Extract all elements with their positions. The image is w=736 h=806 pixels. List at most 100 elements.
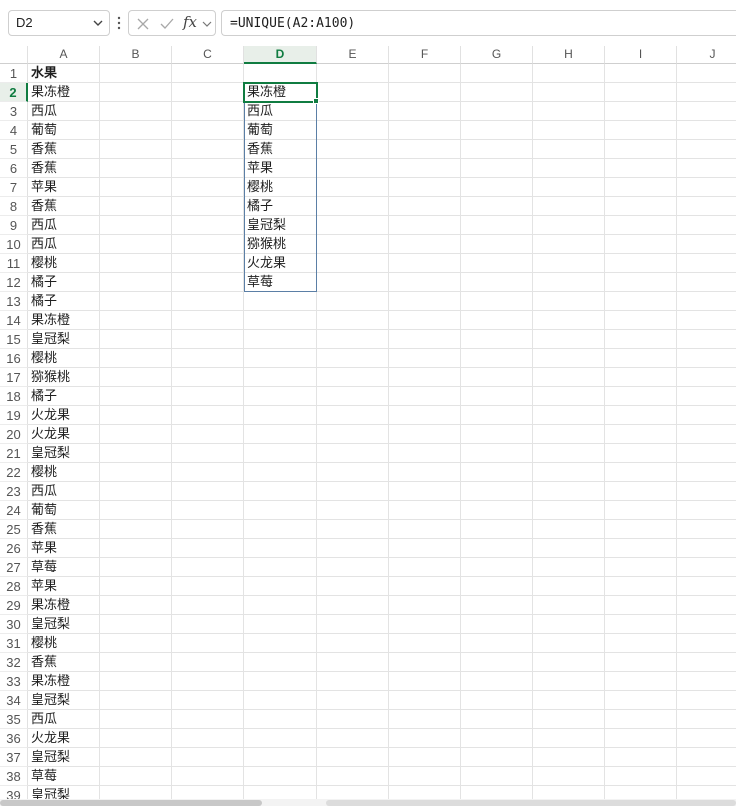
row-header-7[interactable]: 7: [0, 178, 28, 197]
cell-a28[interactable]: 苹果: [31, 577, 99, 596]
row-header-27[interactable]: 27: [0, 558, 28, 577]
cell-a4[interactable]: 葡萄: [31, 121, 99, 140]
check-icon[interactable]: [159, 16, 175, 32]
row-header-37[interactable]: 37: [0, 748, 28, 767]
cell-a14[interactable]: 果冻橙: [31, 311, 99, 330]
cell-a20[interactable]: 火龙果: [31, 425, 99, 444]
row-header-15[interactable]: 15: [0, 330, 28, 349]
row-header-38[interactable]: 38: [0, 767, 28, 786]
cell-a9[interactable]: 西瓜: [31, 216, 99, 235]
cell-a8[interactable]: 香蕉: [31, 197, 99, 216]
row-header-9[interactable]: 9: [0, 216, 28, 235]
cell-a5[interactable]: 香蕉: [31, 140, 99, 159]
row-header-17[interactable]: 17: [0, 368, 28, 387]
cell-a32[interactable]: 香蕉: [31, 653, 99, 672]
cell-a24[interactable]: 葡萄: [31, 501, 99, 520]
column-header-b[interactable]: B: [100, 46, 172, 64]
more-options-icon[interactable]: [115, 13, 123, 33]
row-header-29[interactable]: 29: [0, 596, 28, 615]
cell-a16[interactable]: 樱桃: [31, 349, 99, 368]
cell-a33[interactable]: 果冻橙: [31, 672, 99, 691]
row-header-8[interactable]: 8: [0, 197, 28, 216]
chevron-down-icon[interactable]: [91, 15, 105, 31]
cell-a29[interactable]: 果冻橙: [31, 596, 99, 615]
cell-a27[interactable]: 草莓: [31, 558, 99, 577]
cell-a1-header[interactable]: 水果: [31, 64, 99, 83]
cell-a18[interactable]: 橘子: [31, 387, 99, 406]
column-header-f[interactable]: F: [389, 46, 461, 64]
column-header-i[interactable]: I: [605, 46, 677, 64]
row-header-5[interactable]: 5: [0, 140, 28, 159]
cell-a23[interactable]: 西瓜: [31, 482, 99, 501]
horizontal-scroll-thumb[interactable]: [326, 800, 736, 806]
chevron-down-icon[interactable]: [201, 17, 213, 31]
row-header-11[interactable]: 11: [0, 254, 28, 273]
cell-a2[interactable]: 果冻橙: [31, 83, 99, 102]
fill-handle[interactable]: [313, 98, 319, 104]
column-header-e[interactable]: E: [317, 46, 389, 64]
row-header-2[interactable]: 2: [0, 83, 28, 102]
cell-a11[interactable]: 樱桃: [31, 254, 99, 273]
row-header-33[interactable]: 33: [0, 672, 28, 691]
column-header-c[interactable]: C: [172, 46, 244, 64]
row-header-3[interactable]: 3: [0, 102, 28, 121]
row-header-30[interactable]: 30: [0, 615, 28, 634]
column-header-d[interactable]: D: [244, 46, 317, 64]
row-header-14[interactable]: 14: [0, 311, 28, 330]
cancel-icon[interactable]: [135, 16, 151, 32]
cell-a3[interactable]: 西瓜: [31, 102, 99, 121]
row-header-16[interactable]: 16: [0, 349, 28, 368]
cell-a34[interactable]: 皇冠梨: [31, 691, 99, 710]
cell-a38[interactable]: 草莓: [31, 767, 99, 786]
row-header-6[interactable]: 6: [0, 159, 28, 178]
cell-a13[interactable]: 橘子: [31, 292, 99, 311]
column-header-a[interactable]: A: [28, 46, 100, 64]
row-header-34[interactable]: 34: [0, 691, 28, 710]
cell-a22[interactable]: 樱桃: [31, 463, 99, 482]
insert-function-icon[interactable]: fx: [183, 13, 201, 35]
column-header-j[interactable]: J: [677, 46, 736, 64]
sheet-tabs-scroll[interactable]: [0, 800, 262, 806]
row-header-26[interactable]: 26: [0, 539, 28, 558]
row-header-32[interactable]: 32: [0, 653, 28, 672]
select-all-corner[interactable]: [0, 46, 28, 64]
row-header-20[interactable]: 20: [0, 425, 28, 444]
cell-a30[interactable]: 皇冠梨: [31, 615, 99, 634]
name-box[interactable]: D2: [8, 10, 110, 36]
row-header-19[interactable]: 19: [0, 406, 28, 425]
cell-a15[interactable]: 皇冠梨: [31, 330, 99, 349]
cell-a25[interactable]: 香蕉: [31, 520, 99, 539]
cell-a31[interactable]: 樱桃: [31, 634, 99, 653]
row-header-1[interactable]: 1: [0, 64, 28, 83]
cell-a26[interactable]: 苹果: [31, 539, 99, 558]
cell-a17[interactable]: 猕猴桃: [31, 368, 99, 387]
row-header-22[interactable]: 22: [0, 463, 28, 482]
cell-a35[interactable]: 西瓜: [31, 710, 99, 729]
row-gridline: [28, 785, 736, 786]
row-header-10[interactable]: 10: [0, 235, 28, 254]
cell-a7[interactable]: 苹果: [31, 178, 99, 197]
row-header-21[interactable]: 21: [0, 444, 28, 463]
row-header-31[interactable]: 31: [0, 634, 28, 653]
row-header-24[interactable]: 24: [0, 501, 28, 520]
formula-input[interactable]: =UNIQUE(A2:A100): [221, 10, 736, 36]
row-header-12[interactable]: 12: [0, 273, 28, 292]
row-gridline: [28, 310, 736, 311]
row-header-28[interactable]: 28: [0, 577, 28, 596]
row-header-23[interactable]: 23: [0, 482, 28, 501]
cell-a19[interactable]: 火龙果: [31, 406, 99, 425]
cell-a6[interactable]: 香蕉: [31, 159, 99, 178]
column-header-h[interactable]: H: [533, 46, 605, 64]
cell-a37[interactable]: 皇冠梨: [31, 748, 99, 767]
cell-a36[interactable]: 火龙果: [31, 729, 99, 748]
row-header-4[interactable]: 4: [0, 121, 28, 140]
cell-a12[interactable]: 橘子: [31, 273, 99, 292]
row-header-36[interactable]: 36: [0, 729, 28, 748]
cell-a10[interactable]: 西瓜: [31, 235, 99, 254]
column-header-g[interactable]: G: [461, 46, 533, 64]
row-header-35[interactable]: 35: [0, 710, 28, 729]
row-header-25[interactable]: 25: [0, 520, 28, 539]
row-header-13[interactable]: 13: [0, 292, 28, 311]
cell-a21[interactable]: 皇冠梨: [31, 444, 99, 463]
row-header-18[interactable]: 18: [0, 387, 28, 406]
